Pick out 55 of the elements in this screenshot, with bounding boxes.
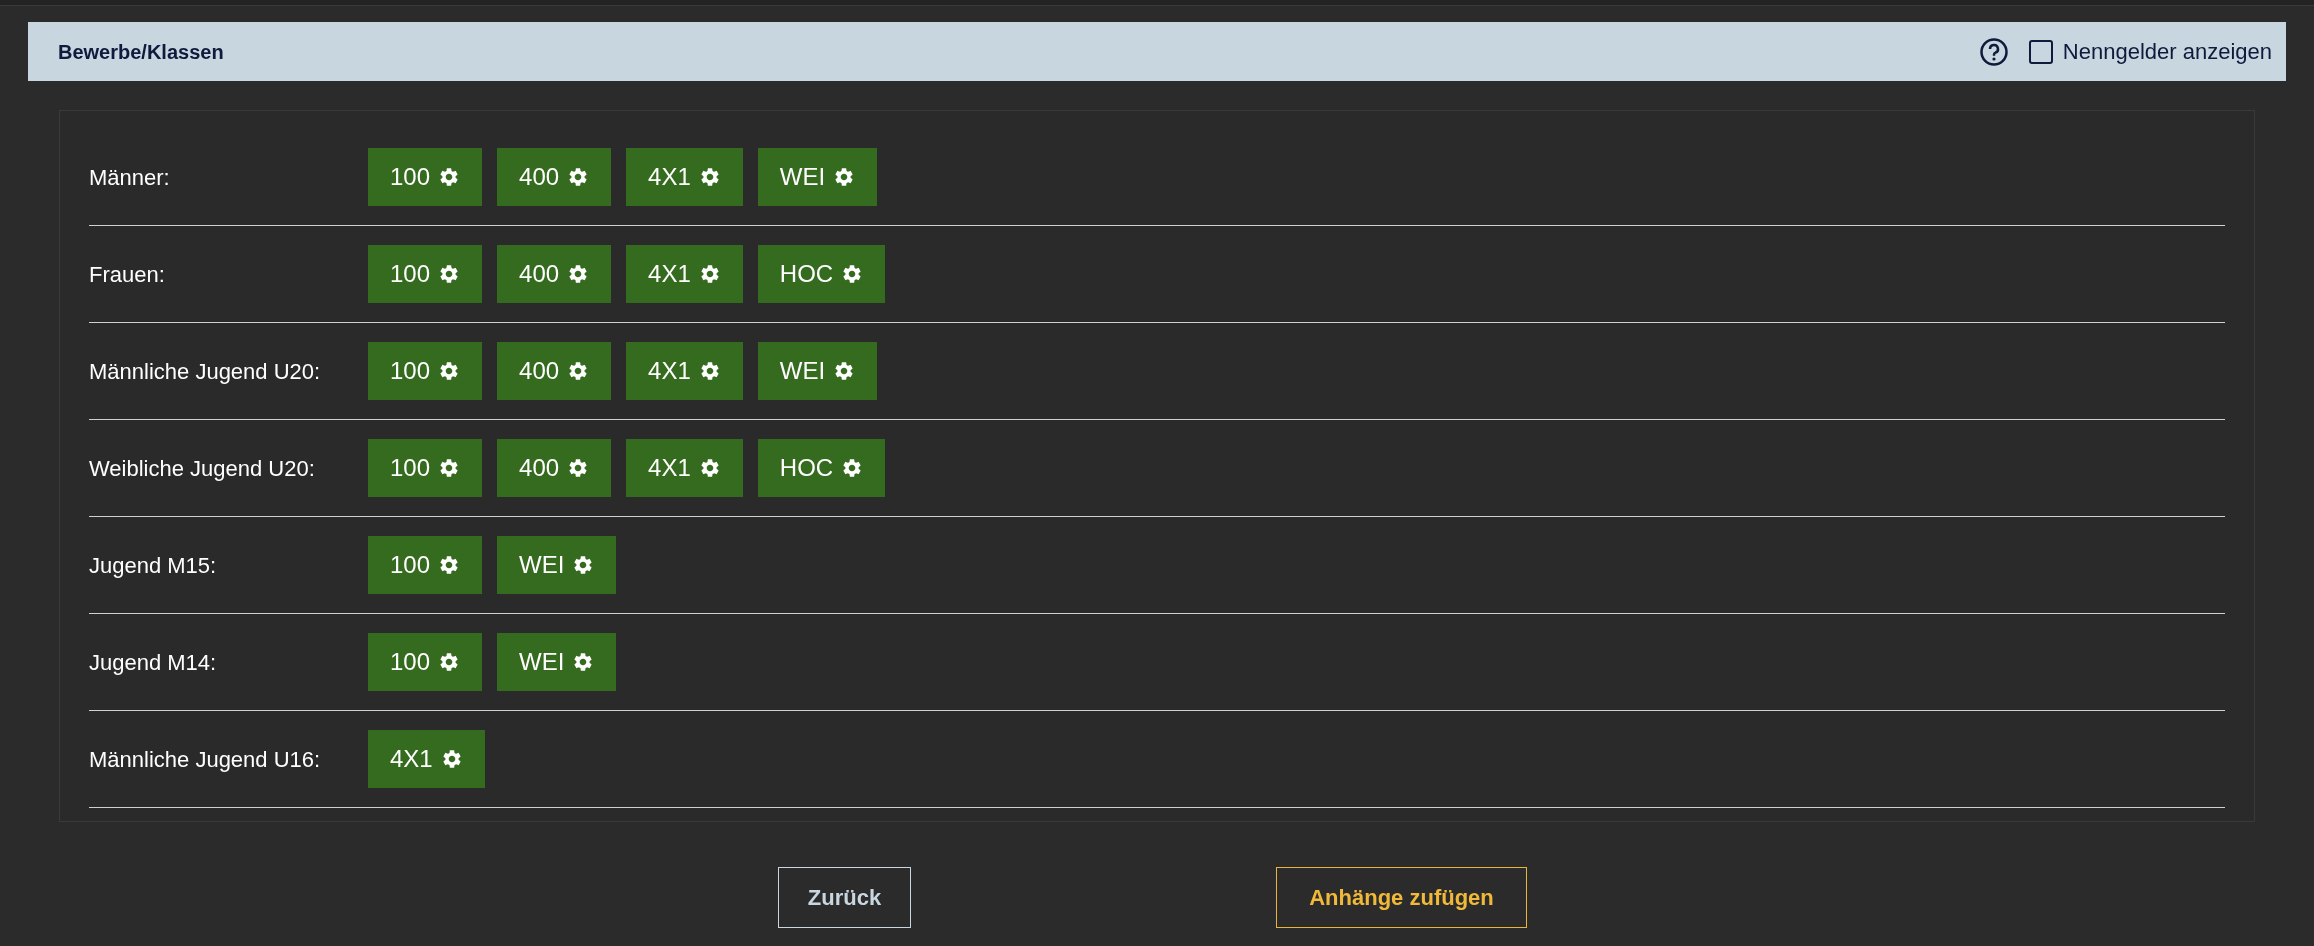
gear-icon: [438, 554, 461, 576]
event-button[interactable]: HOC: [757, 439, 886, 497]
gear-icon: [438, 651, 461, 673]
gear-icon: [698, 166, 721, 188]
class-label: Jugend M15:: [89, 551, 218, 580]
event-button[interactable]: WEI: [497, 536, 617, 594]
gear-icon: [438, 263, 461, 285]
gear-icon: [440, 748, 463, 770]
gear-icon: [572, 554, 595, 576]
event-button[interactable]: 100: [368, 439, 483, 497]
event-button[interactable]: HOC: [757, 245, 886, 303]
gear-icon: [841, 263, 864, 285]
back-button[interactable]: Zurück: [778, 867, 911, 928]
class-label: Weibliche Jugend U20:: [89, 454, 316, 483]
class-label: Männer:: [89, 163, 171, 192]
section-title: Bewerbe/Klassen: [58, 39, 224, 65]
event-button[interactable]: 100: [368, 536, 483, 594]
gear-icon: [841, 457, 864, 479]
gear-icon: [833, 166, 856, 188]
event-button[interactable]: WEI: [497, 633, 617, 691]
gear-icon: [438, 166, 461, 188]
gear-icon: [438, 457, 461, 479]
checkbox[interactable]: [2028, 39, 2053, 64]
gear-icon: [567, 457, 590, 479]
gear-icon: [572, 651, 595, 673]
event-button[interactable]: WEI: [757, 342, 878, 400]
gear-icon: [567, 166, 590, 188]
gear-icon: [567, 360, 590, 382]
gear-icon: [698, 360, 721, 382]
event-button[interactable]: 100: [368, 245, 483, 303]
gear-icon: [698, 263, 721, 285]
event-button[interactable]: 4X1: [626, 148, 743, 206]
help-icon[interactable]: [1978, 36, 2009, 67]
event-button[interactable]: 4X1: [626, 245, 743, 303]
class-label: Frauen:: [89, 260, 166, 289]
event-button[interactable]: 100: [368, 342, 483, 400]
gear-icon: [438, 360, 461, 382]
event-button[interactable]: WEI: [757, 148, 878, 206]
event-button[interactable]: 400: [497, 439, 612, 497]
event-button[interactable]: 4X1: [368, 730, 485, 788]
class-label: Männliche Jugend U20:: [89, 357, 322, 386]
event-button[interactable]: 100: [368, 148, 483, 206]
event-button[interactable]: 400: [497, 342, 612, 400]
event-button[interactable]: 4X1: [626, 342, 743, 400]
gear-icon: [698, 457, 721, 479]
event-button[interactable]: 400: [497, 245, 612, 303]
gear-icon: [567, 263, 590, 285]
class-label: Männliche Jugend U16:: [89, 745, 322, 774]
event-button[interactable]: 4X1: [626, 439, 743, 497]
event-button[interactable]: 100: [368, 633, 483, 691]
class-label: Jugend M14:: [89, 648, 218, 677]
checkbox-label: Nenngelder anzeigen: [2062, 38, 2272, 66]
gear-icon: [833, 360, 856, 382]
event-button[interactable]: 400: [497, 148, 612, 206]
attachments-button[interactable]: Anhänge zufügen: [1276, 867, 1527, 928]
